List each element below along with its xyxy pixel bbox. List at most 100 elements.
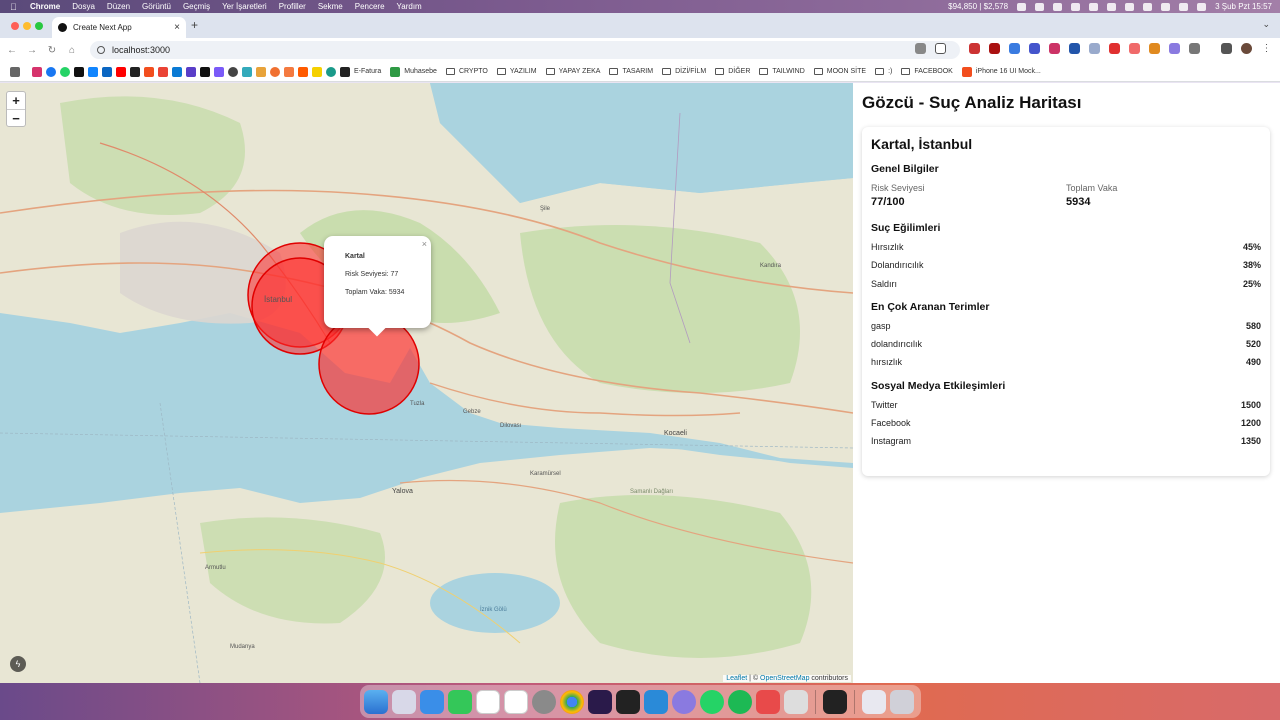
anydesk-icon[interactable] — [756, 689, 780, 714]
bookmark-icon[interactable] — [242, 66, 252, 77]
extension-icon[interactable] — [1109, 43, 1120, 54]
address-bar[interactable]: localhost:3000 — [90, 41, 960, 59]
avatar[interactable] — [1241, 43, 1252, 54]
status-icon[interactable] — [1143, 2, 1153, 11]
bookmark-icon[interactable] — [298, 66, 308, 77]
new-tab-button[interactable]: + — [191, 18, 198, 32]
bluesky-icon[interactable] — [88, 66, 98, 77]
menu-yer-isaretleri[interactable]: Yer İşaretleri — [222, 2, 267, 11]
extension-icon[interactable] — [1009, 43, 1020, 54]
tab-search-chevron-icon[interactable]: ⌄ — [1262, 19, 1270, 30]
lightning-icon[interactable]: ϟ — [10, 656, 26, 672]
menu-sekme[interactable]: Sekme — [318, 2, 343, 11]
bookmark-icon[interactable] — [186, 66, 196, 77]
bookmark-icon[interactable] — [270, 66, 280, 77]
linkedin-icon[interactable] — [102, 66, 112, 77]
close-window-button[interactable] — [11, 22, 19, 30]
close-tab-icon[interactable]: × — [174, 22, 180, 33]
status-icon[interactable] — [1035, 2, 1045, 11]
notion-icon[interactable] — [504, 689, 528, 714]
extension-icon[interactable] — [1169, 43, 1180, 54]
extension-icon[interactable] — [1089, 43, 1100, 54]
downloads-icon[interactable] — [862, 689, 886, 714]
popup-close-icon[interactable]: × — [422, 239, 427, 249]
bookmark-star-icon[interactable] — [935, 43, 946, 54]
launchpad-icon[interactable] — [392, 689, 416, 714]
bookmark-folder-tasarim[interactable]: TASARIM — [609, 68, 653, 75]
youtube-icon[interactable] — [116, 66, 126, 77]
browser-tab[interactable]: Create Next App × — [52, 17, 186, 38]
trash-icon[interactable] — [890, 689, 914, 714]
whatsapp-icon[interactable] — [700, 689, 724, 714]
status-icon[interactable] — [1089, 2, 1099, 11]
mail-icon[interactable] — [420, 689, 444, 714]
osm-link[interactable]: OpenStreetMap — [760, 675, 809, 682]
menu-yardim[interactable]: Yardım — [397, 2, 422, 11]
figma-icon[interactable] — [144, 66, 154, 77]
status-icon[interactable] — [1071, 2, 1081, 11]
status-icon[interactable] — [1107, 2, 1117, 11]
facebook-icon[interactable] — [46, 66, 56, 77]
calendar-icon[interactable] — [476, 689, 500, 714]
crypto-prices[interactable]: $94,850 | $2,578 — [948, 2, 1008, 11]
facetime-icon[interactable] — [448, 689, 472, 714]
zoom-in-button[interactable]: + — [7, 92, 25, 109]
translate-icon[interactable] — [915, 43, 926, 54]
bookmark-icon[interactable] — [172, 66, 182, 77]
cursor-icon[interactable] — [616, 689, 640, 714]
extension-icon[interactable] — [1069, 43, 1080, 54]
spotify-icon[interactable] — [728, 689, 752, 714]
extension-icon[interactable] — [1129, 43, 1140, 54]
bookmark-folder-facebook[interactable]: FACEBOOK — [901, 68, 953, 75]
bookmark-icon[interactable] — [326, 66, 336, 77]
bookmark-folder-diger[interactable]: DİĞER — [715, 68, 750, 75]
download-icon[interactable] — [1221, 43, 1232, 54]
menu-duzen[interactable]: Düzen — [107, 2, 130, 11]
vscode-icon[interactable] — [644, 689, 668, 714]
bookmark-icon[interactable] — [130, 66, 140, 77]
bookmark-folder-tailwind[interactable]: TAILWIND — [759, 68, 805, 75]
extension-icon[interactable] — [1149, 43, 1160, 54]
menu-app-name[interactable]: Chrome — [30, 2, 60, 11]
bookmark-icon[interactable] — [256, 66, 266, 77]
bookmark-folder-yazilim[interactable]: YAZILIM — [496, 68, 537, 75]
apple-icon[interactable]:  — [10, 2, 20, 12]
bookmark-icon[interactable] — [214, 66, 224, 77]
x-icon[interactable] — [74, 66, 84, 77]
whatsapp-icon[interactable] — [60, 66, 70, 77]
app-icon[interactable] — [784, 689, 808, 714]
bookmark-icon[interactable] — [284, 66, 294, 77]
bookmark-folder-smile[interactable]: :) — [875, 68, 892, 75]
menu-profiller[interactable]: Profiller — [279, 2, 306, 11]
home-button[interactable]: ⌂ — [62, 45, 82, 56]
extension-icon[interactable] — [1029, 43, 1040, 54]
url-text[interactable]: localhost:3000 — [112, 45, 170, 55]
status-icon[interactable] — [1053, 2, 1063, 11]
menu-gecmis[interactable]: Geçmiş — [183, 2, 210, 11]
map-view[interactable]: İstanbul Kocaeli Yalova Gebze Tuzla Şile… — [0, 83, 853, 683]
terminal-icon[interactable] — [823, 689, 847, 714]
app-icon[interactable] — [672, 689, 696, 714]
extension-icon[interactable] — [989, 43, 1000, 54]
instagram-icon[interactable] — [32, 66, 42, 77]
extensions-puzzle-icon[interactable] — [1189, 43, 1200, 54]
status-icon[interactable] — [1017, 2, 1027, 11]
chrome-menu-icon[interactable]: ⋮ — [1261, 43, 1272, 54]
bookmark-folder-crypto[interactable]: CRYPTO — [445, 68, 488, 75]
bookmark-icon[interactable] — [312, 66, 322, 77]
minimize-window-button[interactable] — [23, 22, 31, 30]
finder-icon[interactable] — [364, 689, 388, 714]
wifi-icon[interactable] — [1161, 2, 1171, 11]
chrome-icon[interactable] — [560, 689, 584, 714]
reload-button[interactable]: ↻ — [42, 45, 62, 56]
menu-goruntu[interactable]: Görüntü — [142, 2, 171, 11]
forward-button[interactable]: → — [22, 45, 42, 56]
bookmark-iphone-mock[interactable]: iPhone 16 UI Mock... — [961, 66, 1041, 77]
menu-pencere[interactable]: Pencere — [355, 2, 385, 11]
back-button[interactable]: ← — [2, 45, 22, 56]
gmail-icon[interactable] — [158, 66, 168, 77]
settings-icon[interactable] — [532, 689, 556, 714]
site-info-icon[interactable] — [97, 46, 105, 54]
clock[interactable]: 3 Şub Pzt 15:57 — [1215, 2, 1272, 11]
zoom-out-button[interactable]: − — [7, 109, 25, 126]
